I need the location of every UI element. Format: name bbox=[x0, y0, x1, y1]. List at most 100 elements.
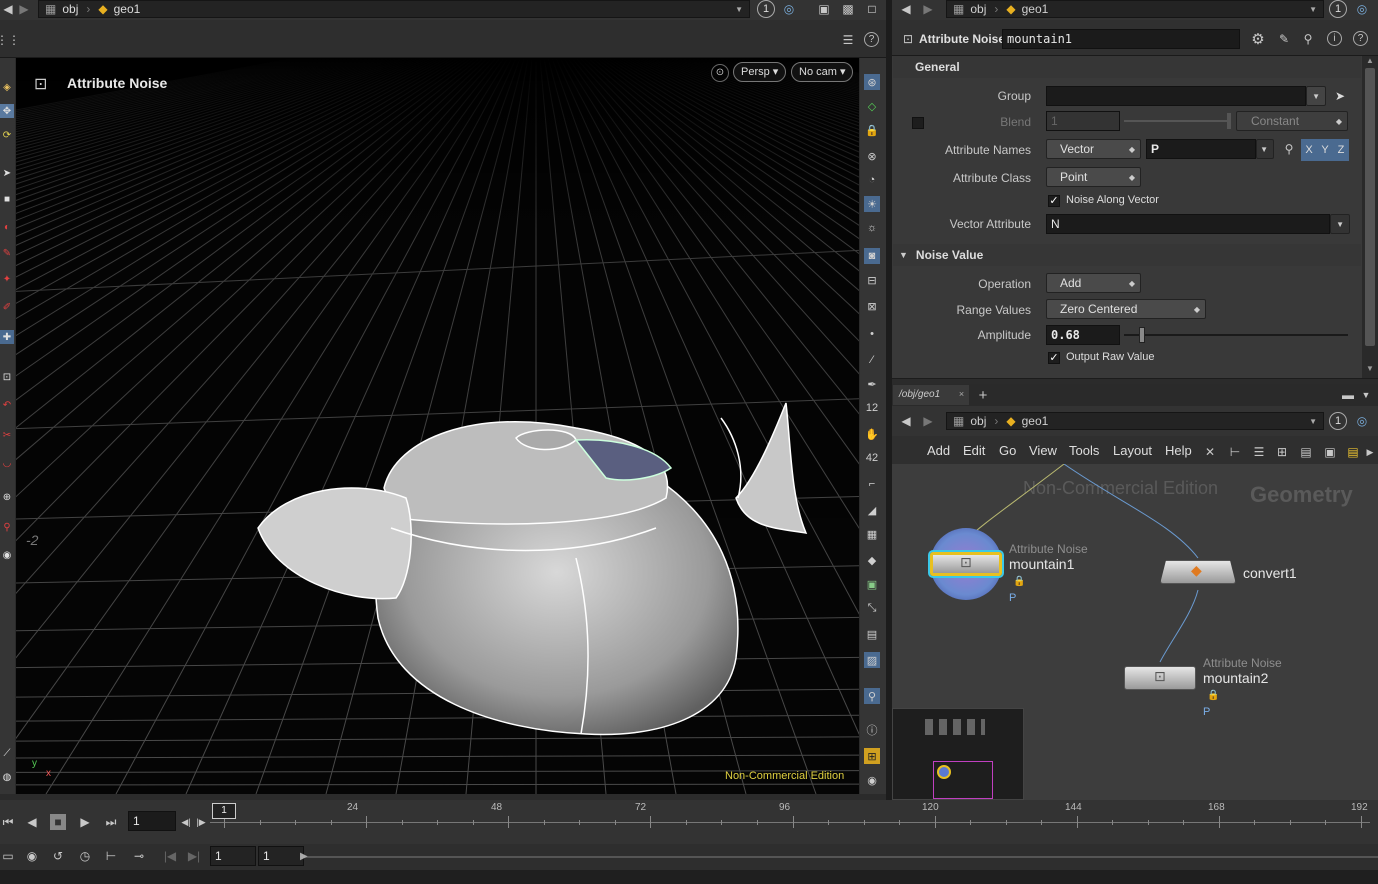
measure-icon[interactable]: ⟋ bbox=[0, 746, 14, 760]
select-arrow-icon[interactable]: ➤ bbox=[1332, 88, 1348, 104]
tree-icon[interactable]: ⊢ bbox=[1227, 444, 1243, 460]
magnet-icon[interactable]: ◐ bbox=[0, 220, 14, 234]
range-end-field[interactable]: 1 bbox=[258, 846, 304, 866]
paint-icon[interactable]: ✐ bbox=[0, 300, 14, 314]
active-tool-icon[interactable]: ✚ bbox=[0, 330, 14, 344]
network-back-icon[interactable]: ◀ bbox=[898, 413, 914, 429]
menu-tools[interactable]: Tools bbox=[1069, 443, 1099, 458]
add-tab-icon[interactable]: + bbox=[975, 387, 991, 404]
select-tool-icon[interactable]: ◈ bbox=[0, 80, 14, 94]
mountain1-name[interactable]: mountain1 bbox=[1009, 556, 1074, 572]
viewport-menu-icon[interactable]: ☰ bbox=[840, 32, 856, 48]
noise-along-vector-checkbox[interactable]: ✓ bbox=[1048, 195, 1060, 207]
param-scrollbar[interactable]: ▲ ▼ bbox=[1362, 56, 1378, 380]
loop-icon[interactable]: ↺ bbox=[50, 848, 66, 864]
param-path-dropdown-icon[interactable]: ▼ bbox=[1309, 5, 1317, 14]
list-view-icon[interactable]: ☰ bbox=[1251, 444, 1267, 460]
rotate-tool-icon[interactable]: ⟳ bbox=[0, 128, 14, 142]
output-raw-value-checkbox[interactable]: ✓ bbox=[1048, 352, 1060, 364]
play-icon[interactable]: ▶ bbox=[77, 814, 93, 830]
move-tool-icon[interactable]: ✥ bbox=[0, 104, 14, 118]
grid-view-icon[interactable]: ⊞ bbox=[1274, 444, 1290, 460]
shelf-grip-icon[interactable]: ⋮⋮ bbox=[0, 32, 20, 48]
lights-icon[interactable]: ☀ bbox=[864, 196, 880, 212]
handle2-icon[interactable]: ◍ bbox=[0, 770, 14, 784]
range-start-icon[interactable]: |◀ bbox=[162, 848, 178, 864]
range-start-field[interactable]: 1 bbox=[210, 846, 256, 866]
current-frame-field[interactable]: 1 bbox=[128, 811, 176, 831]
normals-icon[interactable]: ⁄ bbox=[864, 352, 880, 368]
range-end-icon[interactable]: ▶| bbox=[186, 848, 202, 864]
grid-layout-icon[interactable]: ⊞ bbox=[864, 748, 880, 764]
display-options-icon[interactable]: ▩ bbox=[840, 1, 856, 17]
vector-attribute-dropdown[interactable]: ▼ bbox=[1330, 214, 1350, 234]
prev-key-icon[interactable]: ◀| bbox=[178, 814, 194, 830]
camera-menu[interactable]: No cam ▾ bbox=[791, 62, 854, 82]
cut-tool-icon[interactable]: ✂ bbox=[0, 428, 14, 442]
image-view-icon[interactable]: ▣ bbox=[1322, 444, 1338, 460]
persp-menu[interactable]: Persp ▾ bbox=[733, 62, 787, 82]
attribute-class-menu[interactable]: Point ◆ bbox=[1046, 167, 1141, 187]
ruler-icon[interactable]: ⊢ bbox=[103, 848, 119, 864]
sticky-note-icon[interactable]: ▤ bbox=[1345, 444, 1361, 460]
jump-end-icon[interactable]: ⏭ bbox=[103, 814, 119, 830]
eye-icon[interactable]: ◉ bbox=[864, 772, 880, 788]
timeline-marker[interactable]: 1 bbox=[212, 803, 236, 819]
info-icon[interactable]: i bbox=[1327, 31, 1342, 46]
menu-layout[interactable]: Layout bbox=[1113, 443, 1152, 458]
group-dropdown[interactable]: ▼ bbox=[1306, 86, 1326, 106]
pane-menu-icon[interactable]: ▬ bbox=[1340, 387, 1356, 403]
convert1-name[interactable]: convert1 bbox=[1243, 565, 1297, 581]
param-back-icon[interactable]: ◀ bbox=[898, 1, 914, 17]
scroll-up-icon[interactable]: ▲ bbox=[1366, 56, 1374, 65]
jump-start-icon[interactable]: ⏮ bbox=[0, 814, 16, 830]
pose-icon[interactable]: ⚲ bbox=[0, 520, 14, 534]
vector-attribute-field[interactable]: N bbox=[1046, 214, 1330, 234]
sculpt-icon[interactable]: ✦ bbox=[0, 272, 14, 286]
step-back-icon[interactable]: ◀ bbox=[24, 814, 40, 830]
network-path-breadcrumb[interactable]: ▦ obj › ◆ geo1 ▼ bbox=[946, 412, 1324, 430]
param-help-icon[interactable]: ? bbox=[1353, 31, 1368, 46]
param-view-indicator[interactable]: 1 bbox=[1329, 0, 1347, 18]
param-path-breadcrumb[interactable]: ▦ obj › ◆ geo1 ▼ bbox=[946, 0, 1324, 18]
range-slider-handle[interactable]: ▶ bbox=[300, 851, 308, 862]
amplitude-slider[interactable] bbox=[1124, 334, 1348, 336]
xray-icon[interactable]: ⊗ bbox=[864, 148, 880, 164]
attribute-names-dropdown[interactable]: ▼ bbox=[1256, 139, 1274, 159]
range-values-menu[interactable]: Zero Centered ◆ bbox=[1046, 299, 1206, 319]
operation-menu[interactable]: Add ◆ bbox=[1046, 273, 1141, 293]
network-minimap[interactable] bbox=[892, 708, 1024, 800]
viewport[interactable]: ⊡ Attribute Noise ⊙ Persp ▾ No cam ▾ -2 … bbox=[16, 58, 859, 794]
brush-icon[interactable]: ✎ bbox=[0, 246, 14, 260]
diamond-icon[interactable]: ◆ bbox=[864, 552, 880, 568]
scale-icon[interactable]: ⤡ bbox=[864, 600, 880, 616]
range-slider[interactable] bbox=[300, 856, 1378, 858]
points-icon[interactable]: • bbox=[864, 326, 880, 342]
network-path-dropdown-icon[interactable]: ▼ bbox=[1309, 417, 1317, 426]
menu-help[interactable]: Help bbox=[1165, 443, 1192, 458]
wrench-icon[interactable]: ✕ bbox=[1202, 444, 1218, 460]
attribute-names-field[interactable]: P bbox=[1146, 139, 1256, 159]
component-x[interactable]: X bbox=[1301, 139, 1317, 161]
frame-icon[interactable]: ▣ bbox=[864, 576, 880, 592]
param-path-root[interactable]: obj bbox=[970, 2, 986, 16]
network-canvas[interactable]: Non-Commercial Edition Geometry ⊡ Attrib… bbox=[892, 464, 1378, 800]
realtime-icon[interactable]: ▭ bbox=[0, 848, 16, 864]
details-view-icon[interactable]: ▤ bbox=[1298, 444, 1314, 460]
network-path-root[interactable]: obj bbox=[970, 414, 986, 428]
timeline-ruler[interactable] bbox=[210, 802, 1378, 832]
network-forward-icon[interactable]: ▶ bbox=[920, 413, 936, 429]
left-path-breadcrumb[interactable]: ▦ obj › ◆ geo1 ▼ bbox=[38, 0, 750, 18]
next-key-icon[interactable]: |▶ bbox=[193, 814, 209, 830]
network-path-node[interactable]: geo1 bbox=[1022, 414, 1049, 428]
param-link-icon[interactable]: ◎ bbox=[1354, 1, 1370, 17]
network-link-icon[interactable]: ◎ bbox=[1354, 413, 1370, 429]
transform-tool-icon[interactable]: ⊡ bbox=[0, 370, 14, 384]
drape-tool-icon[interactable]: ◡ bbox=[0, 456, 14, 470]
snap-icon[interactable]: ⊕ bbox=[0, 490, 14, 504]
stop-icon[interactable]: ■ bbox=[50, 814, 66, 830]
camera-tool-icon[interactable]: ◉ bbox=[0, 548, 14, 562]
info-icon[interactable]: ⓘ bbox=[864, 722, 880, 738]
ghost-icon[interactable]: ◇ bbox=[864, 98, 880, 114]
blend-field[interactable]: 1 bbox=[1046, 111, 1120, 131]
